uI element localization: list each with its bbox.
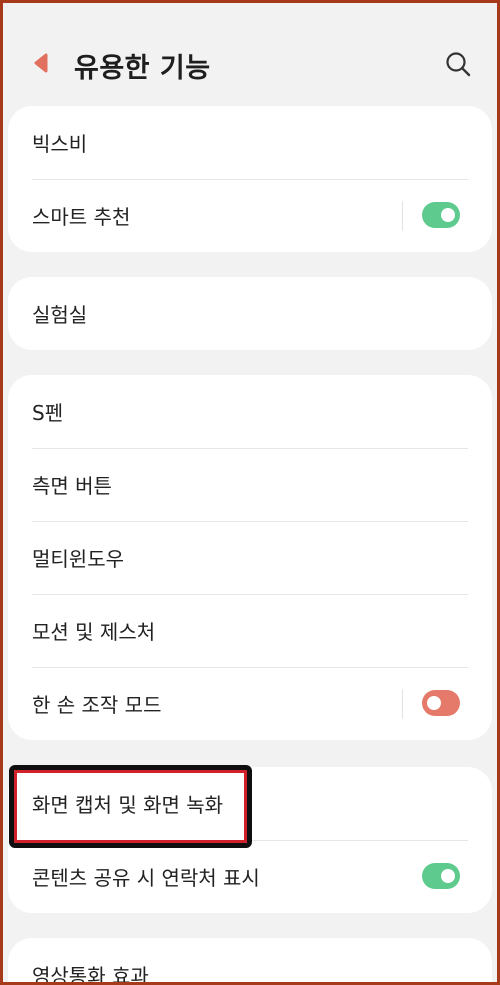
menu-item-s-pen[interactable]: S펜 <box>8 375 492 448</box>
menu-item-side-button[interactable]: 측면 버튼 <box>8 448 492 521</box>
toggle-knob <box>441 869 455 883</box>
menu-item-label: 측면 버튼 <box>32 474 112 498</box>
menu-item-show-contacts-sharing[interactable]: 콘텐츠 공유 시 연락처 표시 <box>8 840 492 913</box>
back-arrow-icon[interactable] <box>32 53 48 73</box>
menu-item-video-call-effects[interactable]: 영상통화 효과 <box>8 938 492 985</box>
settings-group-2: 실험실 <box>8 277 492 350</box>
page-title: 유용한 기능 <box>74 53 211 84</box>
menu-item-multi-window[interactable]: 멀티윈도우 <box>8 521 492 594</box>
menu-item-label: 멀티윈도우 <box>32 547 124 571</box>
menu-item-motions-gestures[interactable]: 모션 및 제스처 <box>8 594 492 667</box>
menu-item-one-handed-mode[interactable]: 한 손 조작 모드 <box>8 667 492 740</box>
divider <box>402 201 403 231</box>
menu-item-label: 화면 캡처 및 화면 녹화 <box>32 793 224 817</box>
settings-group-1: 빅스비 스마트 추천 <box>8 106 492 252</box>
menu-item-label: 영상통화 효과 <box>32 964 149 985</box>
menu-item-bixby[interactable]: 빅스비 <box>8 106 492 179</box>
menu-item-label: 실험실 <box>32 303 88 327</box>
search-icon[interactable] <box>444 50 472 78</box>
show-contacts-sharing-toggle[interactable] <box>422 863 460 889</box>
app-header: 유용한 기능 <box>0 0 500 100</box>
menu-item-label: 콘텐츠 공유 시 연락처 표시 <box>32 866 260 890</box>
divider <box>402 689 403 719</box>
settings-group-4: 화면 캡처 및 화면 녹화 콘텐츠 공유 시 연락처 표시 <box>8 767 492 913</box>
menu-item-label: S펜 <box>32 401 64 425</box>
settings-group-3: S펜 측면 버튼 멀티윈도우 모션 및 제스처 한 손 조작 모드 <box>8 375 492 740</box>
one-handed-mode-toggle[interactable] <box>422 690 460 716</box>
toggle-knob <box>441 208 455 222</box>
menu-item-screenshots-recorder[interactable]: 화면 캡처 및 화면 녹화 <box>8 767 492 840</box>
menu-item-label: 빅스비 <box>32 132 88 156</box>
menu-item-smart-suggestions[interactable]: 스마트 추천 <box>8 179 492 252</box>
menu-item-label: 한 손 조작 모드 <box>32 693 162 717</box>
menu-item-label: 스마트 추천 <box>32 205 131 229</box>
menu-item-labs[interactable]: 실험실 <box>8 277 492 350</box>
menu-item-label: 모션 및 제스처 <box>32 620 156 644</box>
settings-group-5: 영상통화 효과 <box>8 938 492 985</box>
smart-suggestions-toggle[interactable] <box>422 202 460 228</box>
toggle-knob <box>427 696 441 710</box>
